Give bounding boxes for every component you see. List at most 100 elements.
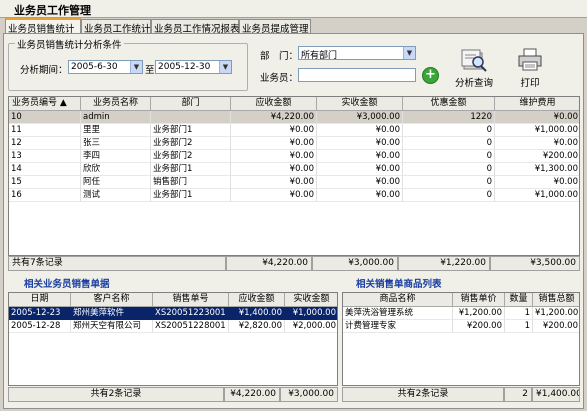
table-row[interactable]: 13 李四 业务部门2 ¥0.00 ¥0.00 0 ¥200.00 [9,150,579,163]
table-cell: ¥0.00 [231,176,317,189]
table-cell: 0 [403,189,495,202]
table-cell: ¥0.00 [317,137,403,150]
table-cell: ¥0.00 [231,137,317,150]
left-total-received: ¥3,000.00 [280,387,338,402]
table-cell: ¥0.00 [495,111,579,124]
col-header[interactable]: 日期 [9,293,71,307]
table-row[interactable]: 10 admin ¥4,220.00 ¥3,000.00 1220 ¥0.00 [9,111,579,124]
table-cell: 0 [403,137,495,150]
col-header[interactable]: 数量 [505,293,533,307]
analyze-button[interactable]: 分析查询 [450,75,498,89]
table-cell: ¥1,300.00 [495,163,579,176]
col-header[interactable]: 部门 [151,97,231,111]
left-record-count: 共有2条记录 [8,387,224,402]
add-icon[interactable]: + [422,67,439,84]
table-cell: 11 [9,124,81,137]
date-from-value: 2005-6-30 [71,62,118,72]
chevron-down-icon[interactable]: ▼ [219,61,231,73]
salesman-table[interactable]: 业务员编号 ▲ 业务员名称 部门 应收金额 实收金额 优惠金额 维护费用 10 … [8,96,580,256]
table-row[interactable]: 计费管理专家 ¥200.00 1 ¥200.00 [343,320,579,333]
left-total-receivable: ¥4,220.00 [224,387,280,402]
table-cell: 1 [505,307,533,320]
table-cell: 张三 [81,137,151,150]
table-row[interactable]: 16 测试 业务部门1 ¥0.00 ¥0.00 0 ¥1,000.00 [9,189,579,202]
analyze-icon[interactable] [460,47,488,73]
table-cell: 2005-12-28 [9,320,71,333]
table-cell: ¥0.00 [317,189,403,202]
table-cell: ¥200.00 [495,150,579,163]
date-from-picker[interactable]: 2005-6-30 ▼ [68,60,143,74]
table-cell: ¥0.00 [495,176,579,189]
col-header[interactable]: 业务员名称 [81,97,151,111]
col-header[interactable]: 商品名称 [343,293,453,307]
table-cell: 0 [403,176,495,189]
table-cell: 16 [9,189,81,202]
table-cell: 0 [403,150,495,163]
date-to-picker[interactable]: 2005-12-30 ▼ [155,60,232,74]
tab-commission[interactable]: 业务员提成管理 [239,19,311,35]
table-cell: ¥1,400.00 [229,307,285,320]
salesman-label: 业务员： [260,73,299,84]
col-header[interactable]: 销售总额 [533,293,579,307]
col-header[interactable]: 应收金额 [229,293,285,307]
table-cell: 10 [9,111,81,124]
table-cell: ¥0.00 [231,163,317,176]
tab-work-report[interactable]: 业务员工作情况报表 [151,19,240,35]
dept-select[interactable]: 所有部门 ▼ [298,46,416,60]
table-cell: 测试 [81,189,151,202]
col-header[interactable]: 实收金额 [317,97,403,111]
table-cell: ¥2,000.00 [285,320,337,333]
table-cell: 销售部门 [151,176,231,189]
table-cell: ¥0.00 [317,163,403,176]
right-total-qty: 2 [504,387,532,402]
col-header[interactable]: 业务员编号 ▲ [9,97,81,111]
table-cell: 0 [403,163,495,176]
products-table[interactable]: 商品名称 销售单价 数量 销售总额 美萍洗浴管理系统 ¥1,200.00 1 ¥… [342,292,580,386]
print-button[interactable]: 打印 [512,75,548,89]
table-cell: XS20051228001 [153,320,229,333]
table-row[interactable]: 12 张三 业务部门2 ¥0.00 ¥0.00 0 ¥0.00 [9,137,579,150]
table-cell: 美萍洗浴管理系统 [343,307,453,320]
col-header[interactable]: 应收金额 [231,97,317,111]
table-cell: 13 [9,150,81,163]
tab-work-stats[interactable]: 业务员工作统计 [81,19,151,35]
table-cell: 郑州美萍软件 [71,307,153,320]
table-row[interactable]: 11 里里 业务部门1 ¥0.00 ¥0.00 0 ¥1,000.00 [9,124,579,137]
table-cell: 业务部门1 [151,163,231,176]
tab-sales-stats[interactable]: 业务员销售统计 [5,18,81,35]
table-cell: admin [81,111,151,124]
table-cell: 1220 [403,111,495,124]
table-cell: 15 [9,176,81,189]
table-row[interactable]: 2005-12-28 郑州天空有限公司 XS20051228001 ¥2,820… [9,320,337,333]
table-cell: 李四 [81,150,151,163]
salesman-input[interactable] [298,68,416,82]
table-cell: ¥1,000.00 [285,307,337,320]
col-header[interactable]: 优惠金额 [403,97,495,111]
table-cell: 14 [9,163,81,176]
table-row[interactable]: 15 阿任 销售部门 ¥0.00 ¥0.00 0 ¥0.00 [9,176,579,189]
chevron-down-icon[interactable]: ▼ [130,61,142,73]
main-record-count: 共有7条记录 [8,256,226,271]
table-cell: 计费管理专家 [343,320,453,333]
col-header[interactable]: 客户名称 [71,293,153,307]
table-row[interactable]: 14 欣欣 业务部门1 ¥0.00 ¥0.00 0 ¥1,300.00 [9,163,579,176]
table-cell: ¥200.00 [533,320,579,333]
col-header[interactable]: 销售单价 [453,293,505,307]
table-cell: 阿任 [81,176,151,189]
table-cell: ¥0.00 [231,189,317,202]
table-row[interactable]: 2005-12-23 郑州美萍软件 XS20051223001 ¥1,400.0… [9,307,337,320]
window-title: 业务员工作管理 [14,4,91,17]
table-cell: 1 [505,320,533,333]
right-table-title: 相关销售单商品列表 [356,279,442,290]
col-header[interactable]: 实收金额 [285,293,337,307]
col-header[interactable]: 维护费用 [495,97,579,111]
filter-group-label: 业务员销售统计分析条件 [15,37,124,51]
printer-icon[interactable] [517,47,543,73]
period-label: 分析期间： [20,65,68,76]
sales-docs-table[interactable]: 日期 客户名称 销售单号 应收金额 实收金额 2005-12-23 郑州美萍软件… [8,292,338,386]
main-total-maintenance: ¥3,500.00 [490,256,580,271]
table-row[interactable]: 美萍洗浴管理系统 ¥1,200.00 1 ¥1,200.00 [343,307,579,320]
chevron-down-icon[interactable]: ▼ [403,47,415,59]
col-header[interactable]: 销售单号 [153,293,229,307]
main-total-received: ¥3,000.00 [312,256,398,271]
